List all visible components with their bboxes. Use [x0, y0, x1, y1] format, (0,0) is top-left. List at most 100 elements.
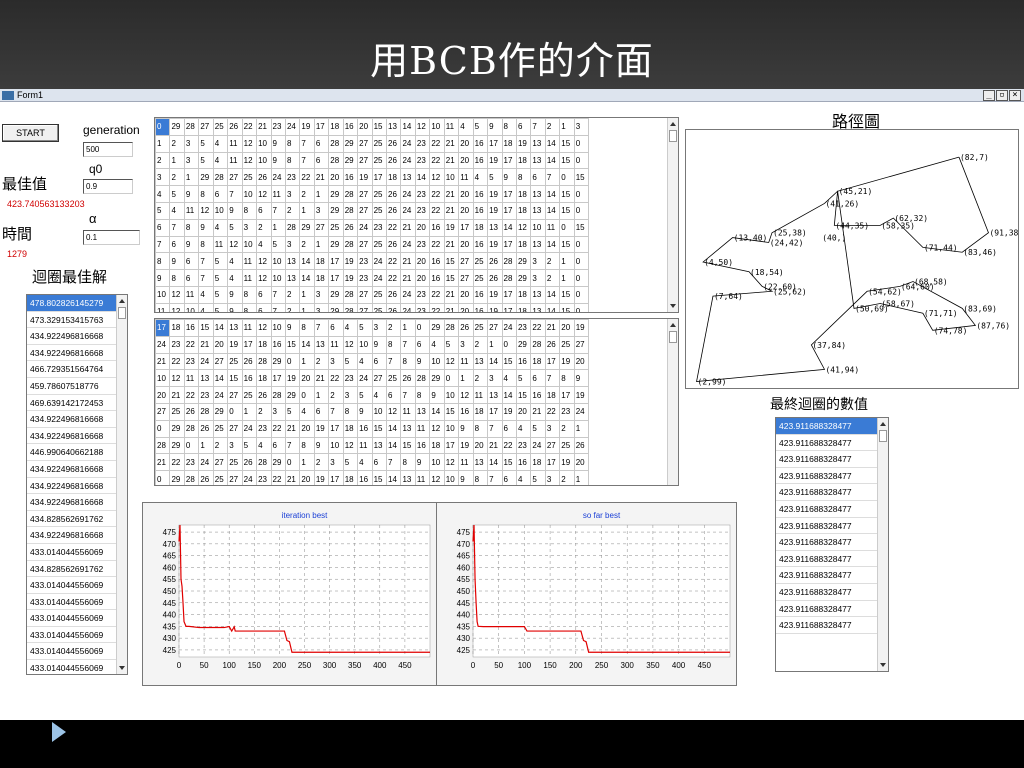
list-item[interactable]: 423.911688328477: [776, 501, 888, 518]
list-item[interactable]: 433.014044556069: [27, 660, 127, 674]
ant-path-cell[interactable]: 27: [487, 319, 503, 337]
ant-path-cell[interactable]: 2: [256, 402, 272, 421]
pheromone-cell[interactable]: 12: [241, 134, 258, 153]
start-button[interactable]: START: [2, 124, 59, 142]
list-item[interactable]: 466.729351564764: [27, 361, 127, 378]
ant-path-cell[interactable]: 22: [270, 470, 286, 485]
pheromone-cell[interactable]: 23: [414, 185, 431, 203]
pheromone-cell[interactable]: 16: [472, 285, 489, 304]
ant-path-cell[interactable]: 25: [212, 419, 229, 438]
pheromone-cell[interactable]: 22: [385, 218, 402, 237]
ant-path-cell[interactable]: 0: [227, 402, 243, 421]
ant-path-cell[interactable]: 17: [443, 436, 460, 455]
ant-path-cell[interactable]: 14: [385, 436, 402, 455]
pheromone-cell[interactable]: 15: [559, 285, 575, 304]
ant-path-cell[interactable]: 5: [342, 453, 359, 472]
pheromone-cell[interactable]: 0: [559, 168, 575, 187]
ant-path-cell[interactable]: 22: [501, 436, 517, 455]
pheromone-cell[interactable]: 13: [530, 235, 546, 254]
pheromone-cell[interactable]: 11: [183, 201, 200, 220]
ant-path-cell[interactable]: 29: [429, 319, 445, 337]
ant-path-cell[interactable]: 22: [530, 319, 546, 337]
ant-path-cell[interactable]: 17: [270, 369, 286, 388]
ant-path-cell[interactable]: 13: [400, 419, 416, 438]
pheromone-cell[interactable]: 6: [256, 302, 272, 312]
scroll-up-icon[interactable]: [670, 323, 676, 327]
pheromone-cell[interactable]: 24: [270, 168, 286, 187]
ant-path-cell[interactable]: 10: [443, 419, 460, 438]
ant-path-cell[interactable]: 24: [198, 453, 214, 472]
list-item[interactable]: 459.78607518776: [27, 378, 127, 395]
pheromone-cell[interactable]: 28: [212, 168, 229, 187]
pheromone-cell[interactable]: 29: [328, 185, 344, 203]
pheromone-cell[interactable]: 15: [443, 269, 460, 287]
ant-path-cell[interactable]: 13: [400, 470, 416, 485]
ant-path-cell[interactable]: 29: [212, 402, 229, 421]
pheromone-cell[interactable]: 7: [198, 269, 214, 287]
pheromone-cell[interactable]: 15: [443, 252, 460, 271]
ant-path-cell[interactable]: 1: [299, 352, 315, 371]
pheromone-cell[interactable]: 24: [371, 269, 388, 287]
ant-path-cell[interactable]: 11: [458, 352, 474, 371]
ant-path-cell[interactable]: 14: [429, 402, 445, 421]
ant-path-cell[interactable]: 26: [198, 470, 214, 485]
ant-path-cell[interactable]: 17: [487, 402, 503, 421]
ant-path-cell[interactable]: 10: [371, 402, 388, 421]
ant-path-cell[interactable]: 13: [472, 453, 489, 472]
pheromone-cell[interactable]: 27: [458, 252, 474, 271]
list-item[interactable]: 423.911688328477: [776, 435, 888, 452]
ant-path-cell[interactable]: 2: [313, 453, 330, 472]
list-item[interactable]: 446.990640662188: [27, 444, 127, 461]
grid-bottom-scrollbar[interactable]: [667, 319, 678, 485]
ant-path-cell[interactable]: 15: [227, 369, 243, 388]
ant-path-cell[interactable]: 20: [299, 369, 315, 388]
pheromone-cell[interactable]: 26: [487, 252, 503, 271]
ant-path-cell[interactable]: 18: [169, 319, 185, 337]
pheromone-cell[interactable]: 16: [472, 201, 489, 220]
pheromone-cell[interactable]: 10: [256, 134, 272, 153]
ant-path-cell[interactable]: 27: [544, 436, 561, 455]
pheromone-cell[interactable]: 19: [443, 218, 460, 237]
ant-path-cell[interactable]: 1: [487, 335, 503, 354]
pheromone-cell[interactable]: 18: [515, 201, 532, 220]
pheromone-cell[interactable]: 26: [342, 218, 359, 237]
pheromone-cell[interactable]: 25: [472, 269, 489, 287]
ant-path-cell[interactable]: 18: [342, 419, 359, 438]
pheromone-cell[interactable]: 21: [443, 134, 460, 153]
pheromone-cell[interactable]: 10: [241, 185, 258, 203]
list-item[interactable]: 433.014044556069: [27, 594, 127, 611]
pheromone-cell[interactable]: 12: [256, 185, 272, 203]
ant-path-cell[interactable]: 10: [429, 453, 445, 472]
ant-path-cell[interactable]: 20: [212, 335, 229, 354]
ant-path-cell[interactable]: 9: [429, 386, 445, 404]
ant-path-cell[interactable]: 19: [313, 419, 330, 438]
pheromone-cell[interactable]: 1: [299, 201, 315, 220]
pheromone-cell[interactable]: 9: [227, 285, 243, 304]
pheromone-cell[interactable]: 16: [342, 168, 359, 187]
pheromone-cell[interactable]: 25: [371, 285, 388, 304]
pheromone-cell[interactable]: 9: [227, 302, 243, 312]
pheromone-cell[interactable]: 24: [400, 302, 416, 312]
ant-path-cell[interactable]: 2: [328, 386, 344, 404]
ant-path-cell[interactable]: 2: [385, 319, 402, 337]
pheromone-cell[interactable]: 18: [515, 235, 532, 254]
ant-path-cell[interactable]: 7: [400, 386, 416, 404]
pheromone-cell[interactable]: 13: [530, 201, 546, 220]
pheromone-cell[interactable]: 23: [414, 201, 431, 220]
ant-path-cell[interactable]: 0: [443, 369, 460, 388]
loop-best-list[interactable]: 478.802826145279 473.329153415763 434.9224…: [26, 294, 128, 675]
pheromone-cell[interactable]: 15: [559, 134, 575, 153]
ant-path-cell[interactable]: 12: [342, 436, 359, 455]
list-item[interactable]: 434.922496816668: [27, 328, 127, 345]
ant-path-cell[interactable]: 21: [198, 335, 214, 354]
ant-path-cell[interactable]: 19: [573, 319, 590, 337]
list-item[interactable]: 423.911688328477: [776, 468, 888, 485]
ant-path-cell[interactable]: 6: [270, 436, 286, 455]
ant-path-cell[interactable]: 15: [284, 335, 301, 354]
ant-path-cell[interactable]: 9: [414, 352, 431, 371]
ant-path-cell[interactable]: 8: [400, 352, 416, 371]
ant-path-cell[interactable]: 15: [371, 470, 388, 485]
ant-path-cell[interactable]: 11: [458, 453, 474, 472]
ant-path-cell[interactable]: 2: [559, 419, 575, 438]
ant-path-cell[interactable]: 18: [429, 436, 445, 455]
